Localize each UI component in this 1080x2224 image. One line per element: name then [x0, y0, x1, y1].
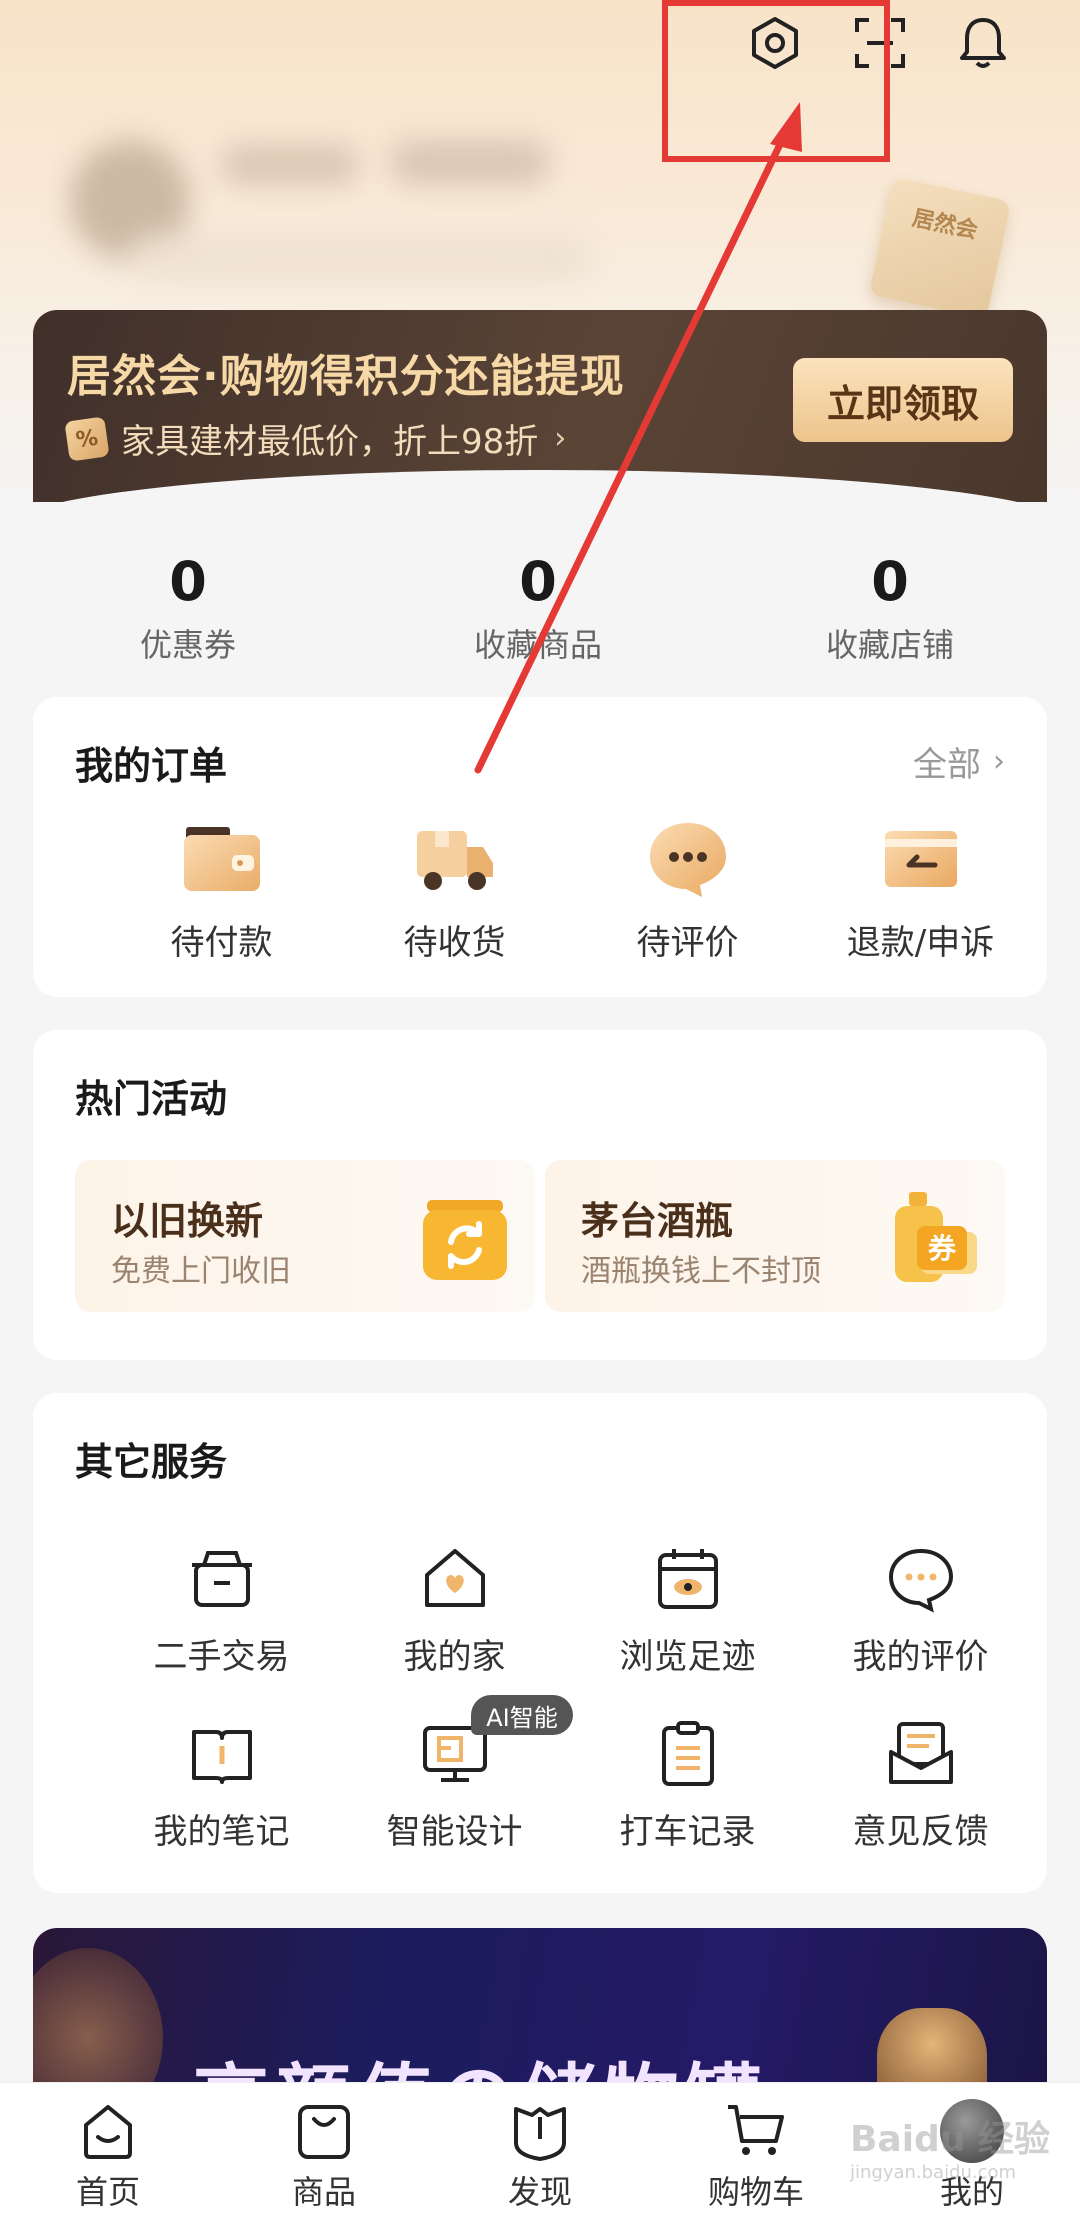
- order-status-row: 待付款 待收货 待评价 退款/申诉: [33, 817, 1047, 964]
- banner-title: 居然会·购物得积分还能提现: [67, 351, 625, 402]
- watermark-url: jingyan.baidu.com: [849, 2162, 1017, 2183]
- activity-subtitle: 免费上门收旧: [111, 1254, 291, 1289]
- wallet-icon: [180, 817, 264, 901]
- my-orders-card: 我的订单 全部 › 待付款 待收货 待评价 退款/申诉: [33, 697, 1047, 997]
- profile-detail-blur: [130, 235, 590, 280]
- order-pending-receipt[interactable]: 待收货: [338, 817, 571, 964]
- service-label: 浏览足迹: [619, 1637, 756, 1677]
- activity-moutai-bottle[interactable]: 茅台酒瓶 酒瓶换钱上不封顶 券: [545, 1160, 1005, 1312]
- baidu-watermark: Baidu 经验 jingyan.baidu.com: [850, 2110, 1050, 2183]
- recycle-icon: [417, 1190, 513, 1286]
- services-title: 其它服务: [75, 1440, 228, 1484]
- activities-title: 热门活动: [75, 1077, 228, 1121]
- discount-badge-icon: %: [64, 415, 110, 462]
- services-row: 二手交易 我的家 浏览足迹 我的评价: [33, 1543, 1047, 1678]
- tab-cart[interactable]: 购物车: [648, 2083, 864, 2224]
- order-pending-review[interactable]: 待评价: [571, 817, 804, 964]
- coupon-label: 券: [928, 1232, 957, 1265]
- cart-icon: [728, 2105, 784, 2155]
- service-second-hand[interactable]: 二手交易: [105, 1543, 338, 1678]
- bell-icon[interactable]: [948, 8, 1018, 78]
- stat-value: 0: [871, 550, 909, 613]
- blurred-profile-info[interactable]: [50, 115, 610, 285]
- banner-subtitle: 家具建材最低价，折上98折: [121, 422, 539, 462]
- service-my-reviews[interactable]: 我的评价: [804, 1543, 1037, 1678]
- annotation-highlight-box: [662, 0, 890, 162]
- chevron-right-icon: ›: [993, 744, 1005, 779]
- banner-subtitle-link[interactable]: % 家具建材最低价，折上98折 ›: [64, 414, 567, 463]
- calendar-eye-icon: [652, 1543, 724, 1615]
- service-label: 智能设计: [386, 1812, 523, 1852]
- member-card-label: 居然会: [909, 205, 980, 245]
- tab-label: 购物车: [707, 2173, 804, 2211]
- stat-label: 收藏商品: [473, 626, 602, 664]
- refund-card-icon: [879, 817, 963, 901]
- claim-button[interactable]: 立即领取: [793, 358, 1013, 442]
- service-label: 意见反馈: [852, 1812, 989, 1852]
- activity-title: 以旧换新: [111, 1199, 264, 1243]
- box-icon: [186, 1543, 258, 1615]
- tab-discover[interactable]: 发现: [432, 2083, 648, 2224]
- stat-coupons[interactable]: 0 优惠券: [63, 550, 313, 666]
- hot-activities-card: 热门活动 以旧换新 免费上门收旧 茅台酒瓶 酒瓶换钱上不封顶 券: [33, 1030, 1047, 1360]
- coupon-bottle-icon: 券: [887, 1190, 983, 1286]
- activity-subtitle: 酒瓶换钱上不封顶: [581, 1254, 821, 1289]
- order-refund-appeal[interactable]: 退款/申诉: [804, 817, 1037, 964]
- service-my-notes[interactable]: 我的笔记: [105, 1718, 338, 1853]
- service-my-home[interactable]: 我的家: [338, 1543, 571, 1678]
- watermark-text: Baidu 经验: [849, 2119, 1050, 2160]
- activity-trade-in[interactable]: 以旧换新 免费上门收旧: [75, 1160, 535, 1312]
- order-status-label: 退款/申诉: [846, 923, 995, 963]
- stat-label: 收藏店铺: [825, 626, 954, 664]
- service-label: 我的评价: [852, 1637, 989, 1677]
- service-label: 我的家: [403, 1637, 506, 1677]
- tab-label: 首页: [75, 2173, 140, 2211]
- home-smile-icon: [84, 2105, 132, 2159]
- all-orders-label: 全部: [913, 745, 981, 785]
- feedback-envelope-icon: [885, 1718, 957, 1790]
- home-heart-icon: [419, 1543, 491, 1615]
- username-blur: [220, 145, 360, 185]
- stat-value: 0: [169, 550, 207, 613]
- service-label: 我的笔记: [153, 1812, 290, 1852]
- activity-title: 茅台酒瓶: [581, 1199, 734, 1243]
- service-label: 二手交易: [153, 1637, 290, 1677]
- other-services-card: 其它服务 二手交易 我的家 浏览足迹 我的评价 我的笔记 智能设计 打车记录 意…: [33, 1393, 1047, 1893]
- tab-products[interactable]: 商品: [216, 2083, 432, 2224]
- tab-label: 商品: [291, 2173, 356, 2211]
- orders-title: 我的订单: [75, 744, 228, 788]
- service-browsing-history[interactable]: 浏览足迹: [571, 1543, 804, 1678]
- stat-label: 优惠券: [139, 626, 236, 664]
- comment-icon: [885, 1543, 957, 1615]
- order-status-label: 待付款: [170, 923, 273, 963]
- discover-shield-icon: [514, 2107, 566, 2161]
- clipboard-icon: [652, 1718, 724, 1790]
- service-label: 打车记录: [619, 1812, 756, 1852]
- promo-banner[interactable]: 高颜值の储物罐: [33, 1928, 1047, 2108]
- truck-icon: [413, 817, 497, 901]
- juran-member-card-icon: 居然会: [868, 176, 1012, 320]
- service-ride-records[interactable]: 打车记录: [571, 1718, 804, 1853]
- stat-favorite-stores[interactable]: 0 收藏店铺: [765, 550, 1015, 666]
- username-blur: [390, 140, 550, 185]
- ai-smart-badge: AI智能: [471, 1695, 573, 1735]
- service-feedback[interactable]: 意见反馈: [804, 1718, 1037, 1853]
- tab-home[interactable]: 首页: [0, 2083, 216, 2224]
- services-row: 我的笔记 智能设计 打车记录 意见反馈: [33, 1718, 1047, 1853]
- order-pending-payment[interactable]: 待付款: [105, 817, 338, 964]
- service-smart-design[interactable]: 智能设计: [338, 1718, 571, 1853]
- shopping-bag-icon: [298, 2105, 350, 2159]
- order-status-label: 待评价: [636, 923, 739, 963]
- chevron-right-icon: ›: [554, 421, 567, 456]
- tab-label: 发现: [507, 2173, 572, 2211]
- chat-bubble-icon: [646, 817, 730, 901]
- notebook-icon: [186, 1718, 258, 1790]
- stat-value: 0: [519, 550, 557, 613]
- order-status-label: 待收货: [403, 923, 506, 963]
- stat-favorite-products[interactable]: 0 收藏商品: [413, 550, 663, 666]
- all-orders-link[interactable]: 全部 ›: [913, 737, 1005, 786]
- stats-row: 0 优惠券 0 收藏商品 0 收藏店铺: [0, 550, 1080, 680]
